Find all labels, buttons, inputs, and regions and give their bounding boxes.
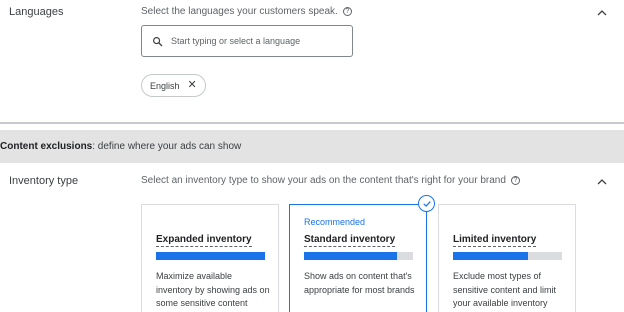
section-divider <box>0 122 624 124</box>
inventory-level-fill <box>453 252 529 260</box>
inventory-level-bar <box>156 252 265 260</box>
check-circle-icon <box>418 195 435 212</box>
inventory-hint-text: Select an inventory type to show your ad… <box>141 175 506 186</box>
languages-section: Languages Select the languages your cust… <box>0 0 624 122</box>
language-chip-english[interactable]: English ✕ <box>141 74 206 97</box>
close-icon[interactable]: ✕ <box>188 80 197 91</box>
inventory-card-expanded[interactable]: Expanded inventory Maximize available in… <box>141 204 279 312</box>
inventory-hint: Select an inventory type to show your ad… <box>141 175 520 186</box>
content-exclusions-title: Content exclusions <box>0 141 93 152</box>
inventory-card-standard[interactable]: Recommended Standard inventory Show ads … <box>289 195 435 312</box>
languages-label: Languages <box>9 6 64 18</box>
card-title: Standard inventory <box>304 234 396 247</box>
languages-hint-text: Select the languages your customers spea… <box>141 6 338 17</box>
card-description: Show ads on content that's appropriate f… <box>304 271 415 295</box>
inventory-type-label: Inventory type <box>9 175 79 187</box>
content-exclusions-header: Content exclusions: define where your ad… <box>0 130 624 163</box>
inventory-level-bar <box>304 252 413 260</box>
card-title: Limited inventory <box>453 234 537 247</box>
recommended-badge: Recommended <box>304 217 366 227</box>
chevron-up-icon[interactable] <box>596 7 608 19</box>
search-icon <box>153 36 163 46</box>
card-description: Maximize available inventory by showing … <box>156 271 270 308</box>
chip-label: English <box>150 80 180 91</box>
chevron-up-icon[interactable] <box>596 176 608 188</box>
language-search-input[interactable] <box>171 36 341 46</box>
card-description: Exclude most types of sensitive content … <box>453 271 557 308</box>
card-title: Expanded inventory <box>156 234 252 247</box>
inventory-level-fill <box>156 252 265 260</box>
help-icon[interactable]: ? <box>510 176 520 185</box>
inventory-section: Inventory type Select an inventory type … <box>0 163 624 312</box>
content-exclusions-subtitle: : define where your ads can show <box>92 141 242 152</box>
language-search-box[interactable] <box>141 25 353 57</box>
inventory-card-limited[interactable]: Limited inventory Exclude most types of … <box>438 204 576 312</box>
help-icon[interactable]: ? <box>342 7 352 16</box>
languages-hint: Select the languages your customers spea… <box>141 6 352 17</box>
inventory-level-fill <box>304 252 397 260</box>
inventory-level-bar <box>453 252 562 260</box>
